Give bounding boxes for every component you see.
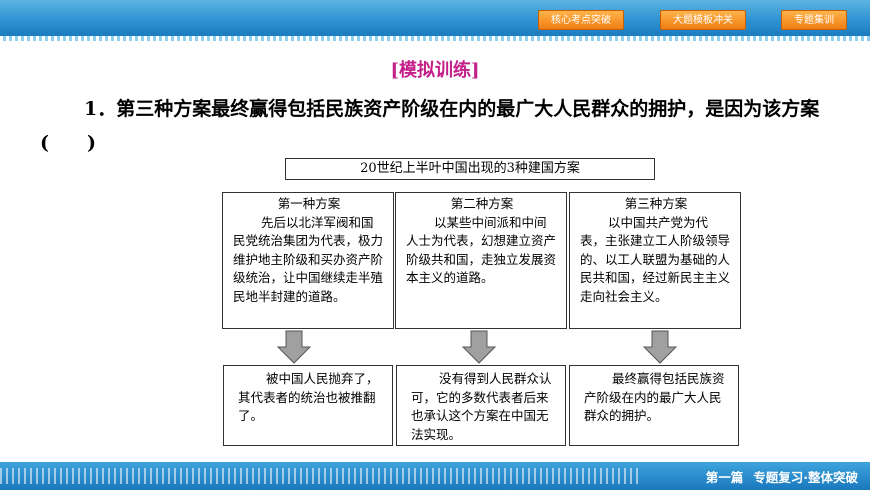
footer-title: 专题复习·整体突破 (753, 470, 858, 485)
nav-button-topic-training[interactable]: 专题集训 (781, 10, 847, 30)
plan-box-2: 第二种方案 以某些中间派和中间人士为代表，幻想建立资产阶级共和国，走独立发展资本… (395, 192, 567, 329)
top-bar-divider (0, 36, 870, 41)
plan-description: 先后以北洋军阀和国民党统治集团为代表，极力维护地主阶级和买办资产阶级统治，让中国… (233, 214, 384, 304)
question: 1．第三种方案最终赢得包括民族资产阶级在内的最广大人民群众的拥护，是因为该方案(… (40, 92, 840, 160)
question-text: 1．第三种方案最终赢得包括民族资产阶级在内的最广大人民群众的拥护，是因为该方案(… (40, 98, 820, 154)
result-box-2: 没有得到人民群众认可，它的多数代表者后来也承认这个方案在中国无法实现。 (396, 365, 566, 446)
plan-title: 第二种方案 (450, 196, 514, 211)
section-title: [模拟训练] (390, 60, 480, 81)
footer-stripe (0, 468, 640, 484)
result-text: 最终赢得包括民族资产阶级在内的最广大人民群众的拥护。 (584, 371, 725, 423)
bottom-bar: 第一篇 专题复习·整体突破 (0, 462, 870, 490)
down-arrow-icon (276, 330, 312, 364)
down-arrow-icon (642, 330, 678, 364)
plan-description: 以中国共产党为代表，主张建立工人阶级领导的、以工人联盟为基础的人民共和国，经过新… (580, 214, 731, 304)
plan-title: 第三种方案 (624, 196, 688, 211)
result-box-3: 最终赢得包括民族资产阶级在内的最广大人民群众的拥护。 (569, 365, 739, 446)
plan-box-3: 第三种方案 以中国共产党为代表，主张建立工人阶级领导的、以工人联盟为基础的人民共… (569, 192, 741, 329)
plan-description: 以某些中间派和中间人士为代表，幻想建立资产阶级共和国，走独立发展资本主义的道路。 (406, 214, 557, 286)
nav-button-template[interactable]: 大题模板冲关 (660, 10, 746, 30)
result-text: 被中国人民抛弃了，其代表者的统治也被推翻了。 (238, 371, 379, 423)
down-arrow-icon (461, 330, 497, 364)
nav-button-core-points[interactable]: 核心考点突破 (538, 10, 624, 30)
result-box-1: 被中国人民抛弃了，其代表者的统治也被推翻了。 (223, 365, 393, 446)
footer-label: 第一篇 专题复习·整体突破 (696, 467, 858, 486)
result-text: 没有得到人民群众认可，它的多数代表者后来也承认这个方案在中国无法实现。 (411, 371, 552, 442)
diagram-header: 20世纪上半叶中国出现的3种建国方案 (285, 158, 655, 180)
footer-part: 第一篇 (705, 470, 744, 485)
plan-title: 第一种方案 (277, 196, 341, 211)
plan-box-1: 第一种方案 先后以北洋军阀和国民党统治集团为代表，极力维护地主阶级和买办资产阶级… (222, 192, 394, 329)
